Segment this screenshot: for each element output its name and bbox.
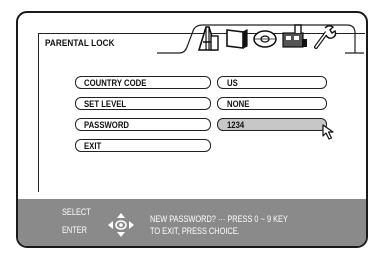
help-line-1: NEW PASSWORD? ··· PRESS 0 ~ 9 KEY	[150, 214, 288, 224]
parental-lock-panel: PARENTAL LOCK COUNTRY CODE US SET LEVEL …	[38, 24, 365, 192]
disc-icon[interactable]	[252, 29, 278, 49]
direction-pad-icon	[108, 213, 134, 237]
help-line-2: TO EXIT, PRESS CHOICE.	[150, 226, 240, 236]
wrench-icon[interactable]	[311, 24, 337, 50]
enter-key-label: ENTER	[62, 225, 88, 235]
display-icon[interactable]	[225, 28, 249, 50]
row-password-value[interactable]: 1234	[217, 118, 327, 131]
speaker-icon[interactable]	[196, 24, 222, 52]
help-footer: SELECT ENTER NEW PASSWORD? ··· PRESS 0 ~…	[18, 199, 366, 246]
row-country-code-label[interactable]: COUNTRY CODE	[75, 76, 211, 89]
pointer-cursor-icon	[322, 124, 334, 140]
select-key-label: SELECT	[62, 207, 91, 217]
plug-icon[interactable]	[281, 23, 309, 49]
row-password-label[interactable]: PASSWORD	[75, 118, 211, 131]
row-exit-label[interactable]: EXIT	[75, 139, 211, 152]
row-country-code-value[interactable]: US	[217, 76, 327, 89]
osd-screen: PARENTAL LOCK COUNTRY CODE US SET LEVEL …	[16, 11, 368, 248]
panel-title: PARENTAL LOCK	[45, 38, 115, 49]
row-set-level-label[interactable]: SET LEVEL	[75, 97, 211, 110]
row-set-level-value[interactable]: NONE	[217, 97, 327, 110]
